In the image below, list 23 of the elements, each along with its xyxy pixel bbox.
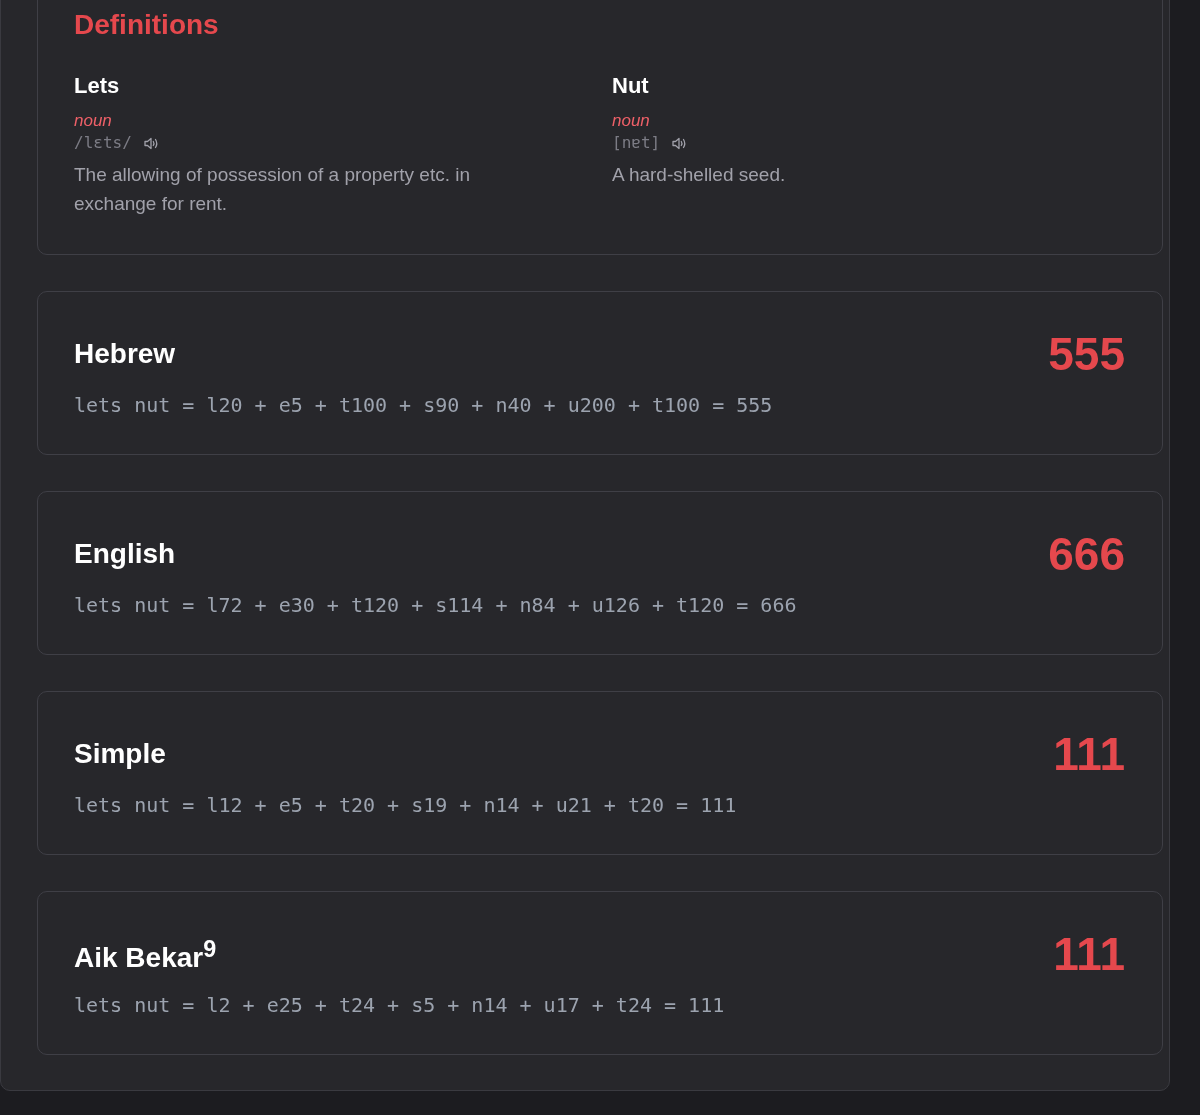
cipher-total: 111 — [1053, 728, 1125, 780]
cipher-name: English — [74, 537, 176, 571]
cipher-formula: lets nut = l2 + e25 + t24 + s5 + n14 + u17 + t24 = 111 — [74, 992, 726, 1018]
speaker-icon[interactable] — [143, 136, 159, 150]
cipher-formula: lets nut = l72 + e30 + t120 + s114 + n84 + u126 + t120 = 666 — [74, 592, 798, 618]
word-heading: Lets — [74, 73, 120, 99]
section-title: Definitions — [74, 8, 220, 42]
word-heading: Nut — [612, 73, 649, 99]
cipher-formula: lets nut = l20 + e5 + t100 + s90 + n40 + u200 + t100 = 555 — [74, 392, 774, 418]
definition-text: A hard-shelled seed. — [612, 163, 786, 187]
cipher-name: Hebrew — [74, 337, 176, 371]
part-of-speech: noun — [612, 110, 650, 132]
cipher-total: 555 — [1048, 328, 1125, 380]
part-of-speech: noun — [74, 110, 112, 132]
cipher-total: 111 — [1053, 928, 1125, 980]
cipher-total: 666 — [1048, 528, 1125, 580]
cipher-name: Aik Bekar$^{9}$ — [74, 935, 217, 976]
pronunciation: /lɛts/ — [74, 132, 132, 154]
pronunciation: [nɐt] — [612, 132, 661, 154]
speaker-icon[interactable] — [672, 136, 688, 150]
definition-text: The allowing of possession of a property etc. in exchange for rent. — [74, 163, 472, 216]
cipher-name: Simple — [74, 737, 166, 771]
cipher-formula: lets nut = l12 + e5 + t20 + s19 + n14 + u21 + t20 = 111 — [74, 792, 738, 818]
